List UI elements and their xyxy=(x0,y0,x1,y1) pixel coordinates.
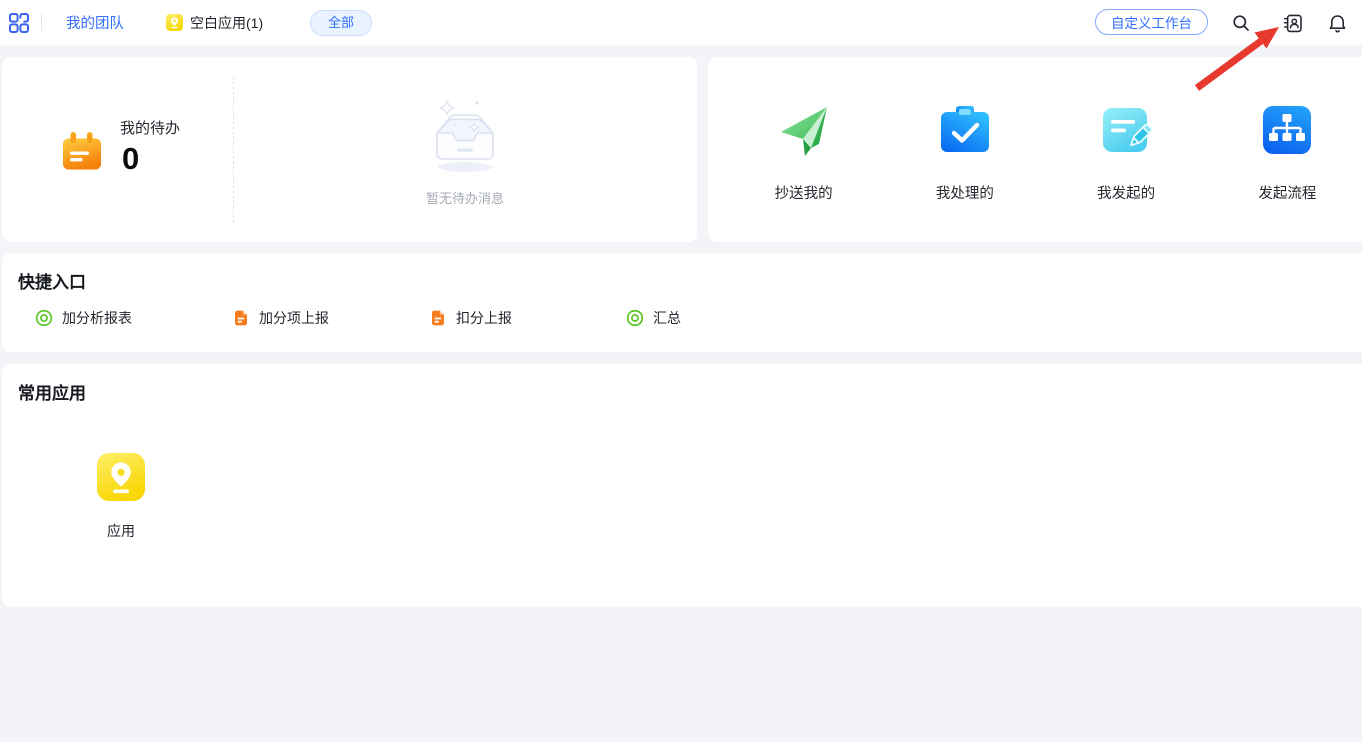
todo-count[interactable]: 0 xyxy=(122,141,139,177)
location-pin-app-icon xyxy=(166,14,183,31)
contacts-book-icon[interactable] xyxy=(1282,12,1304,34)
app-tile[interactable]: 应用 xyxy=(71,453,171,541)
search-icon[interactable] xyxy=(1230,12,1252,34)
action-label: 我处理的 xyxy=(936,182,994,203)
todo-title: 我的待办 xyxy=(120,117,180,138)
action-initiated-by-me[interactable]: 我发起的 xyxy=(1046,100,1207,203)
customize-workspace-label: 自定义工作台 xyxy=(1111,12,1192,32)
action-label: 我发起的 xyxy=(1097,182,1155,203)
common-apps-title: 常用应用 xyxy=(18,379,86,404)
action-cc-to-me[interactable]: 抄送我的 xyxy=(723,100,884,203)
top-navbar: 我的团队 空白应用(1) 全部 自定义工作台 xyxy=(0,0,1362,45)
action-label: 抄送我的 xyxy=(775,182,833,203)
flowchart-icon xyxy=(1258,100,1316,165)
empty-todo-text: 暂无待办消息 xyxy=(233,188,697,207)
action-processed-by-me[interactable]: 我处理的 xyxy=(884,100,1045,203)
report-doc-icon xyxy=(429,309,447,327)
blank-app-label: 空白应用(1) xyxy=(190,13,263,33)
todo-calendar-icon xyxy=(60,129,104,178)
app-grid-icon[interactable] xyxy=(8,0,30,45)
form-target-icon xyxy=(35,309,53,327)
quick-item-label: 扣分上报 xyxy=(456,308,512,328)
navbar-divider xyxy=(41,14,42,31)
quick-item-bonus-report[interactable]: 加分项上报 xyxy=(232,308,429,328)
report-doc-icon xyxy=(232,309,250,327)
quick-entry-card: 快捷入口 加分析报表 加分项上报 xyxy=(2,253,1362,352)
action-start-process[interactable]: 发起流程 xyxy=(1207,100,1362,203)
tab-my-team[interactable]: 我的团队 xyxy=(66,0,124,45)
customize-workspace-button[interactable]: 自定义工作台 xyxy=(1095,9,1208,35)
clipboard-check-icon xyxy=(936,100,994,165)
quick-item-label: 加分项上报 xyxy=(259,308,329,328)
process-actions-row: 抄送我的 我处理的 xyxy=(723,100,1362,203)
quick-entry-title: 快捷入口 xyxy=(18,268,86,293)
quick-item-label: 汇总 xyxy=(653,308,681,328)
paper-plane-icon xyxy=(775,100,833,165)
process-actions-card: 抄送我的 我处理的 xyxy=(708,57,1362,242)
bell-icon[interactable] xyxy=(1326,12,1348,34)
app-tile-label: 应用 xyxy=(107,521,135,541)
filter-all-label: 全部 xyxy=(310,10,372,36)
my-team-label: 我的团队 xyxy=(66,12,124,33)
empty-inbox-illustration xyxy=(417,166,513,183)
quick-entry-row: 加分析报表 加分项上报 扣分 xyxy=(35,308,823,328)
todo-card: 我的待办 0 暂无待办消息 xyxy=(2,57,697,242)
quick-item-summary[interactable]: 汇总 xyxy=(626,308,823,328)
filter-all-pill[interactable]: 全部 xyxy=(310,0,372,45)
quick-item-label: 加分析报表 xyxy=(62,308,132,328)
document-edit-icon xyxy=(1097,100,1155,165)
form-target-icon xyxy=(626,309,644,327)
common-apps-card: 常用应用 应用 xyxy=(2,364,1362,607)
quick-item-deduction-report[interactable]: 扣分上报 xyxy=(429,308,626,328)
action-label: 发起流程 xyxy=(1258,182,1316,203)
tab-blank-app[interactable]: 空白应用(1) xyxy=(166,0,263,45)
location-pin-app-icon xyxy=(97,453,145,506)
todo-empty-state: 暂无待办消息 xyxy=(233,95,697,207)
quick-item-analysis-report[interactable]: 加分析报表 xyxy=(35,308,232,328)
